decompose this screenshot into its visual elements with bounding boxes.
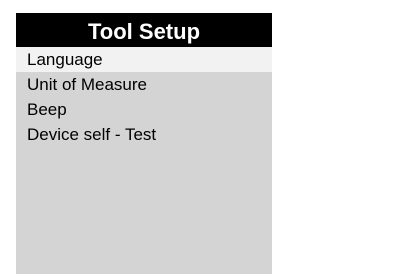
menu-item-device-self-test[interactable]: Device self - Test bbox=[16, 122, 272, 147]
menu-item-language[interactable]: Language bbox=[16, 47, 272, 72]
page-title: Tool Setup bbox=[16, 13, 272, 47]
menu-item-unit-of-measure[interactable]: Unit of Measure bbox=[16, 72, 272, 97]
setup-menu: Language Unit of Measure Beep Device sel… bbox=[16, 47, 272, 147]
tool-setup-screen: Tool Setup Language Unit of Measure Beep… bbox=[16, 13, 272, 274]
menu-item-beep[interactable]: Beep bbox=[16, 97, 272, 122]
